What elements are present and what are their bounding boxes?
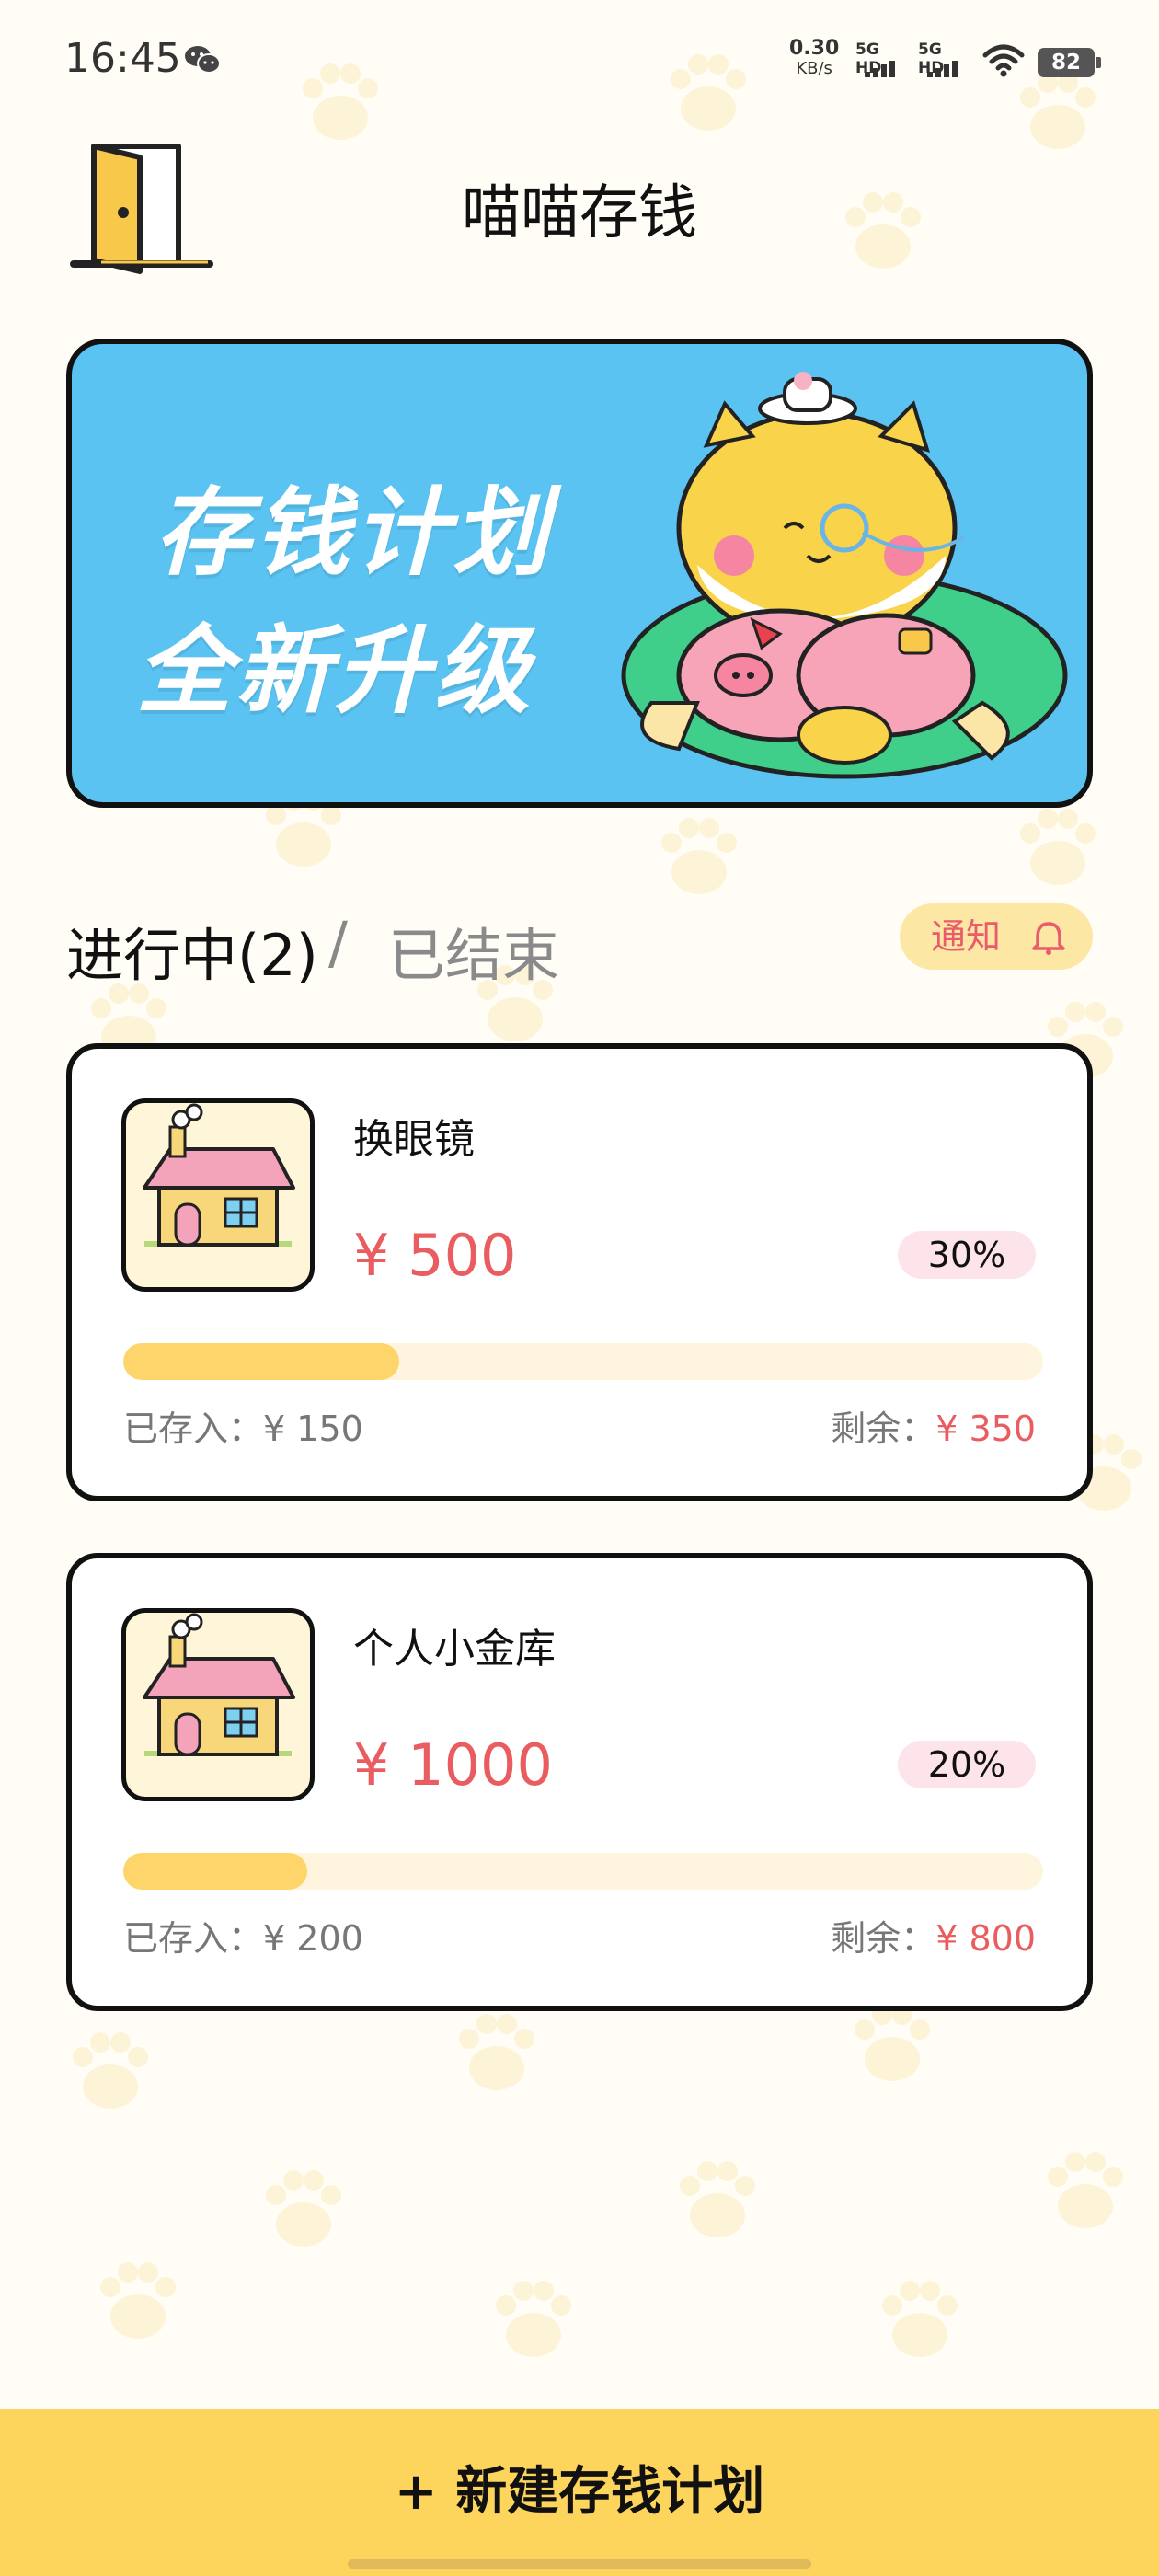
progress-bar bbox=[123, 1343, 1043, 1380]
home-indicator[interactable] bbox=[348, 2559, 811, 2569]
tab-finished[interactable]: 已结束 bbox=[388, 909, 559, 992]
signal-icon-2: 5G HD bbox=[918, 40, 970, 77]
saved-label: 已存入： bbox=[123, 1918, 264, 1959]
plan-percent-badge: 20% bbox=[898, 1741, 1036, 1788]
progress-fill bbox=[123, 1853, 307, 1890]
plan-target-amount: ¥ 1000 bbox=[353, 1731, 553, 1799]
tab-in-progress[interactable]: 进行中(2) bbox=[66, 909, 318, 992]
remaining-amount: 剩余：¥ 350 bbox=[831, 1400, 1036, 1451]
banner-line-2: 全新升级 bbox=[136, 615, 534, 727]
bell-icon bbox=[1032, 922, 1065, 955]
saved-value: ¥ 200 bbox=[263, 1918, 363, 1959]
promo-banner[interactable]: 存钱计划 全新升级 bbox=[66, 339, 1093, 808]
remaining-amount: 剩余：¥ 800 bbox=[831, 1910, 1036, 1961]
hamster-piggy-bank-illustration bbox=[621, 372, 1068, 779]
saved-amount: 已存入：¥ 200 bbox=[123, 1910, 363, 1961]
signal-icon: 5G HD bbox=[855, 40, 907, 77]
plan-tabs: 进行中(2) / 已结束 通知 bbox=[66, 902, 1093, 989]
net-speed-unit: KB/s bbox=[796, 59, 832, 78]
house-icon bbox=[121, 1608, 315, 1801]
remain-label: 剩余： bbox=[831, 1918, 936, 1959]
create-plan-button[interactable]: + 新建存钱计划 bbox=[0, 2409, 1159, 2576]
wifi-icon bbox=[982, 44, 1025, 77]
net-speed-value: 0.30 bbox=[789, 37, 840, 60]
battery-icon: 82 bbox=[1038, 48, 1101, 77]
progress-bar bbox=[123, 1853, 1043, 1890]
status-time: 16:45 bbox=[64, 35, 181, 82]
house-icon bbox=[121, 1098, 315, 1292]
progress-fill bbox=[123, 1343, 399, 1380]
plan-card[interactable]: 个人小金库 ¥ 1000 20% 已存入：¥ 200 剩余：¥ 800 bbox=[66, 1553, 1093, 2011]
network-speed: 0.30 KB/s bbox=[789, 39, 839, 79]
banner-line-1: 存钱计划 bbox=[155, 477, 553, 589]
page-title: 喵喵存钱 bbox=[462, 179, 697, 247]
tab-separator: / bbox=[328, 909, 348, 976]
plan-target-amount: ¥ 500 bbox=[353, 1222, 517, 1289]
plan-name: 换眼镜 bbox=[353, 1116, 475, 1163]
wechat-icon bbox=[185, 46, 221, 74]
saved-amount: 已存入：¥ 150 bbox=[123, 1400, 363, 1451]
plan-name: 个人小金库 bbox=[353, 1626, 556, 1673]
remain-value: ¥ 800 bbox=[935, 1918, 1036, 1959]
status-bar: 16:45 0.30 KB/s 5G HD 5G HD 82 bbox=[0, 0, 1159, 120]
remain-value: ¥ 350 bbox=[935, 1409, 1036, 1449]
notify-button[interactable]: 通知 bbox=[900, 903, 1093, 970]
saved-value: ¥ 150 bbox=[263, 1409, 363, 1449]
plan-percent-badge: 30% bbox=[898, 1231, 1036, 1279]
saved-label: 已存入： bbox=[123, 1409, 264, 1449]
remain-label: 剩余： bbox=[831, 1409, 936, 1449]
notify-label: 通知 bbox=[931, 916, 1002, 957]
plan-card[interactable]: 换眼镜 ¥ 500 30% 已存入：¥ 150 剩余：¥ 350 bbox=[66, 1043, 1093, 1501]
